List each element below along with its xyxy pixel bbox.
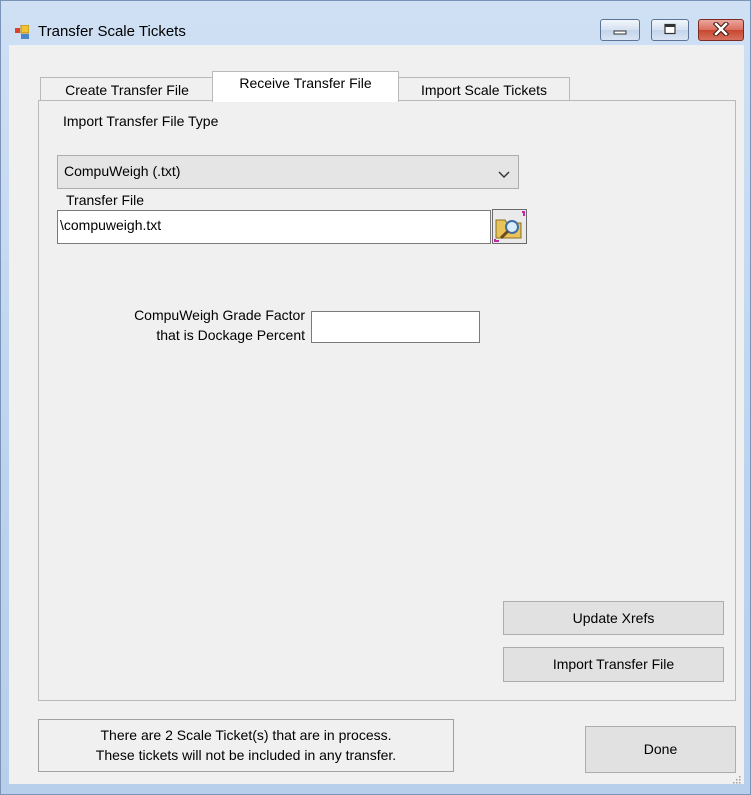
window-client-area: Create Transfer File Receive Transfer Fi… bbox=[9, 45, 744, 784]
update-xrefs-button[interactable]: Update Xrefs bbox=[503, 601, 724, 635]
done-button[interactable]: Done bbox=[585, 726, 736, 773]
import-transfer-file-button[interactable]: Import Transfer File bbox=[503, 647, 724, 682]
status-message: There are 2 Scale Ticket(s) that are in … bbox=[38, 719, 454, 772]
tab-label: Receive Transfer File bbox=[239, 75, 372, 91]
grade-factor-label-line2: that is Dockage Percent bbox=[156, 327, 305, 343]
receive-transfer-file-panel: Import Transfer File Type CompuWeigh (.t… bbox=[38, 100, 736, 701]
status-line-2: These tickets will not be included in an… bbox=[95, 747, 397, 763]
status-line-1: There are 2 Scale Ticket(s) that are in … bbox=[100, 727, 392, 743]
tab-strip: Create Transfer File Receive Transfer Fi… bbox=[9, 45, 744, 102]
transfer-scale-tickets-window: Transfer Scale Tickets Create Transfer F… bbox=[0, 0, 751, 795]
file-type-select[interactable]: CompuWeigh (.txt) bbox=[57, 155, 519, 189]
maximize-button[interactable] bbox=[651, 19, 689, 41]
title-bar[interactable]: Transfer Scale Tickets bbox=[1, 1, 750, 45]
file-type-label: Import Transfer File Type bbox=[63, 113, 219, 129]
tab-label: Create Transfer File bbox=[65, 82, 189, 98]
file-type-value: CompuWeigh (.txt) bbox=[64, 163, 181, 179]
transfer-file-input[interactable]: \compuweigh.txt bbox=[57, 210, 491, 244]
transfer-file-label: Transfer File bbox=[66, 192, 145, 208]
app-window-icon bbox=[15, 24, 30, 39]
close-button[interactable] bbox=[698, 19, 744, 41]
grade-factor-input[interactable] bbox=[311, 311, 480, 343]
close-icon bbox=[712, 20, 730, 39]
tab-create-transfer-file[interactable]: Create Transfer File bbox=[40, 77, 214, 101]
tab-label: Import Scale Tickets bbox=[420, 82, 548, 98]
minimize-button[interactable] bbox=[600, 19, 640, 41]
transfer-file-value: \compuweigh.txt bbox=[60, 217, 162, 233]
done-label: Done bbox=[643, 741, 678, 757]
update-xrefs-label: Update Xrefs bbox=[572, 610, 655, 626]
tab-receive-transfer-file[interactable]: Receive Transfer File bbox=[212, 71, 399, 102]
tab-import-scale-tickets[interactable]: Import Scale Tickets bbox=[398, 77, 570, 101]
browse-file-button[interactable] bbox=[492, 209, 527, 244]
resize-grip-icon[interactable] bbox=[731, 771, 741, 784]
minimize-icon bbox=[613, 22, 627, 38]
grade-factor-label-line1: CompuWeigh Grade Factor bbox=[134, 307, 305, 323]
folder-search-icon bbox=[493, 211, 526, 246]
chevron-down-icon bbox=[498, 167, 510, 178]
maximize-icon bbox=[663, 22, 677, 38]
import-transfer-file-label: Import Transfer File bbox=[552, 656, 675, 672]
window-title: Transfer Scale Tickets bbox=[38, 23, 186, 40]
